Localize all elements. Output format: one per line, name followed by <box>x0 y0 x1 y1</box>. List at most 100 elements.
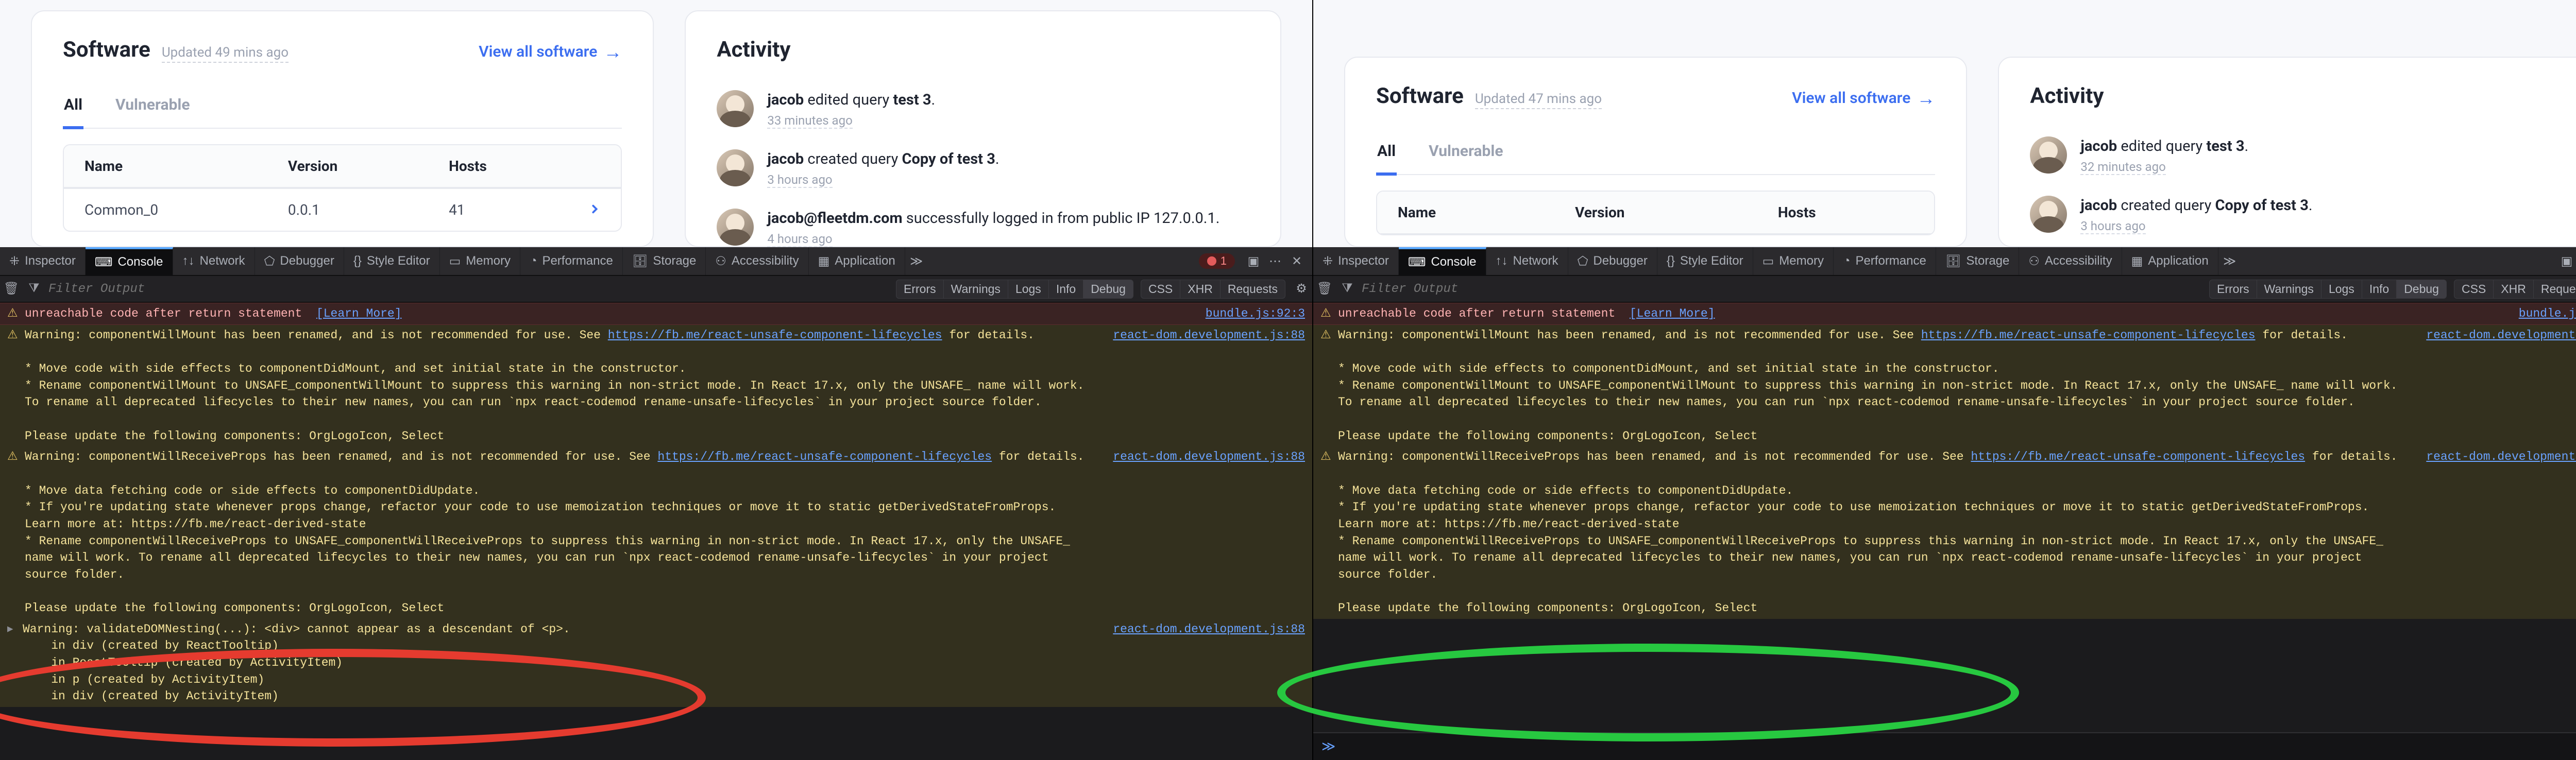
pill-css[interactable]: CSS <box>2454 280 2494 299</box>
activity-item[interactable]: jacob edited query test 3. 32 minutes ag… <box>2030 126 2563 185</box>
filter-input[interactable] <box>1359 282 2209 296</box>
tab-all[interactable]: All <box>1376 127 1397 176</box>
devtools-style-editor-tab[interactable]: {}Style Editor <box>1657 247 1753 275</box>
overflow-icon[interactable]: ≫ <box>905 254 928 269</box>
col-name[interactable]: Name <box>64 145 267 188</box>
error-count-badge[interactable]: 1 <box>1199 253 1235 269</box>
software-tabs: All Vulnerable <box>63 80 622 129</box>
learn-more-link[interactable]: [Learn More] <box>316 307 402 320</box>
devtools-storage-tab[interactable]: 🗄Storage <box>1936 247 2020 275</box>
table-row[interactable]: Common_0 0.0.1 41 <box>64 188 621 231</box>
pill-css[interactable]: CSS <box>1141 280 1180 299</box>
source-link[interactable]: react-dom.development.js:88 <box>1103 327 1305 344</box>
pill-xhr[interactable]: XHR <box>2494 280 2534 299</box>
tab-vulnerable[interactable]: Vulnerable <box>114 80 191 128</box>
col-name[interactable]: Name <box>1377 192 1554 234</box>
devtools-debugger-tab[interactable]: ⬠Debugger <box>255 247 344 275</box>
col-hosts[interactable]: Hosts <box>428 145 568 188</box>
source-link[interactable]: react-dom.development.js:88 <box>2416 327 2576 344</box>
funnel-icon[interactable]: ⧩ <box>1336 282 1359 296</box>
devtools-performance-tab[interactable]: ◔Performance <box>1834 247 1936 275</box>
activity-time: 33 minutes ago <box>767 113 852 129</box>
filter-input[interactable] <box>45 282 896 296</box>
funnel-icon[interactable]: ⧩ <box>23 282 45 296</box>
devtools-application-tab[interactable]: ▦Application <box>2122 247 2218 275</box>
pill-debug[interactable]: Debug <box>2397 280 2447 299</box>
log-warning[interactable]: ⚠ Warning: componentWillReceiveProps has… <box>0 446 1312 619</box>
activity-item[interactable]: jacob edited query test 3. 33 minutes ag… <box>717 80 1249 139</box>
devtools-console-tab[interactable]: ⌨Console <box>86 247 173 275</box>
warn-icon: ⚠ <box>7 327 19 344</box>
devtools-application-tab[interactable]: ▦Application <box>809 247 905 275</box>
app-icon: ▦ <box>2131 254 2143 269</box>
more-icon[interactable]: ⋯ <box>1266 252 1284 270</box>
view-all-software-link[interactable]: View all software → <box>479 43 622 61</box>
source-link[interactable]: bundle.js:92:3 <box>1195 305 1305 322</box>
log-warning[interactable]: ▸ Warning: validateDOMNesting(...): <div… <box>0 619 1312 707</box>
log-warning[interactable]: ⚠ Warning: componentWillReceiveProps has… <box>1313 446 2576 619</box>
pill-warnings[interactable]: Warnings <box>944 280 1008 299</box>
log-warning[interactable]: ⚠ Warning: componentWillMount has been r… <box>0 325 1312 447</box>
pill-errors[interactable]: Errors <box>2209 280 2257 299</box>
source-link[interactable]: react-dom.development.js:88 <box>1103 448 1305 465</box>
dock-icon[interactable]: ▣ <box>1244 252 1263 270</box>
activity-item[interactable]: jacob created query Copy of test 3. 3 ho… <box>2030 185 2563 245</box>
source-link[interactable]: bundle.js:92:3 <box>2509 305 2576 322</box>
avatar <box>717 209 754 246</box>
overflow-icon[interactable]: ≫ <box>2218 254 2241 269</box>
console-prompt[interactable]: ≫ <box>1313 732 2576 760</box>
devtools-performance-tab[interactable]: ◔Performance <box>520 247 623 275</box>
disclosure-triangle-icon[interactable]: ▸ <box>7 621 16 638</box>
pill-requests[interactable]: Requests <box>2534 280 2576 299</box>
devtools-debugger-tab[interactable]: ⬠Debugger <box>1568 247 1657 275</box>
devtools-console-tab[interactable]: ⌨Console <box>1399 247 1486 275</box>
close-icon[interactable]: ✕ <box>1287 252 1306 270</box>
devtools-network-tab[interactable]: ↑↓Network <box>173 247 255 275</box>
software-card: Software Updated 47 mins ago View all so… <box>1344 57 1967 247</box>
pill-warnings[interactable]: Warnings <box>2257 280 2321 299</box>
devtools-inspector-tab[interactable]: ⁜Inspector <box>1313 247 1399 275</box>
chevron-right-icon[interactable] <box>568 188 621 231</box>
devtools-network-tab[interactable]: ↑↓Network <box>1486 247 1568 275</box>
pill-xhr[interactable]: XHR <box>1180 280 1221 299</box>
devtools-inspector-tab[interactable]: ⁜Inspector <box>0 247 86 275</box>
gear-icon[interactable]: ⚙ <box>1291 281 1312 297</box>
log-area[interactable]: ⚠ unreachable code after return statemen… <box>1313 303 2576 732</box>
dock-icon[interactable]: ▣ <box>2557 252 2576 270</box>
log-error[interactable]: ⚠ unreachable code after return statemen… <box>0 303 1312 325</box>
tab-vulnerable[interactable]: Vulnerable <box>1428 127 1504 174</box>
software-table: Name Version Hosts <box>1376 191 1935 235</box>
col-hosts[interactable]: Hosts <box>1757 192 1934 234</box>
log-error[interactable]: ⚠ unreachable code after return statemen… <box>1313 303 2576 325</box>
pill-requests[interactable]: Requests <box>1221 280 1285 299</box>
pill-info[interactable]: Info <box>1049 280 1083 299</box>
trash-icon[interactable]: 🗑 <box>1313 281 1336 297</box>
avatar <box>2030 196 2067 233</box>
devtools-memory-tab[interactable]: ▭Memory <box>1753 247 1834 275</box>
a11y-icon: ⚇ <box>2028 254 2040 269</box>
view-all-software-link[interactable]: View all software → <box>1792 89 1935 108</box>
devtools-accessibility-tab[interactable]: ⚇Accessibility <box>706 247 808 275</box>
console-input[interactable] <box>1343 740 2576 754</box>
activity-title: Activity <box>2030 83 2104 109</box>
devtools-storage-tab[interactable]: 🗄Storage <box>623 247 706 275</box>
log-warning[interactable]: ⚠ Warning: componentWillMount has been r… <box>1313 325 2576 447</box>
pill-errors[interactable]: Errors <box>896 280 944 299</box>
col-version[interactable]: Version <box>1554 192 1757 234</box>
pill-logs[interactable]: Logs <box>2321 280 2362 299</box>
activity-item[interactable]: jacob created query Copy of test 3. 3 ho… <box>717 139 1249 198</box>
source-link[interactable]: react-dom.development.js:88 <box>1103 621 1305 638</box>
devtools-memory-tab[interactable]: ▭Memory <box>440 247 520 275</box>
pill-info[interactable]: Info <box>2362 280 2397 299</box>
pill-debug[interactable]: Debug <box>1083 280 1133 299</box>
trash-icon[interactable]: 🗑 <box>0 281 23 297</box>
devtools-style-editor-tab[interactable]: {}Style Editor <box>344 247 440 275</box>
activity-item[interactable]: jacob@fleetdm.com successfully logged in… <box>717 198 1249 247</box>
tab-all[interactable]: All <box>63 80 83 129</box>
learn-more-link[interactable]: [Learn More] <box>1630 307 1715 320</box>
devtools-accessibility-tab[interactable]: ⚇Accessibility <box>2019 247 2122 275</box>
col-version[interactable]: Version <box>267 145 428 188</box>
source-link[interactable]: react-dom.development.js:88 <box>2416 448 2576 465</box>
pill-logs[interactable]: Logs <box>1008 280 1049 299</box>
log-area[interactable]: ⚠ unreachable code after return statemen… <box>0 303 1312 760</box>
